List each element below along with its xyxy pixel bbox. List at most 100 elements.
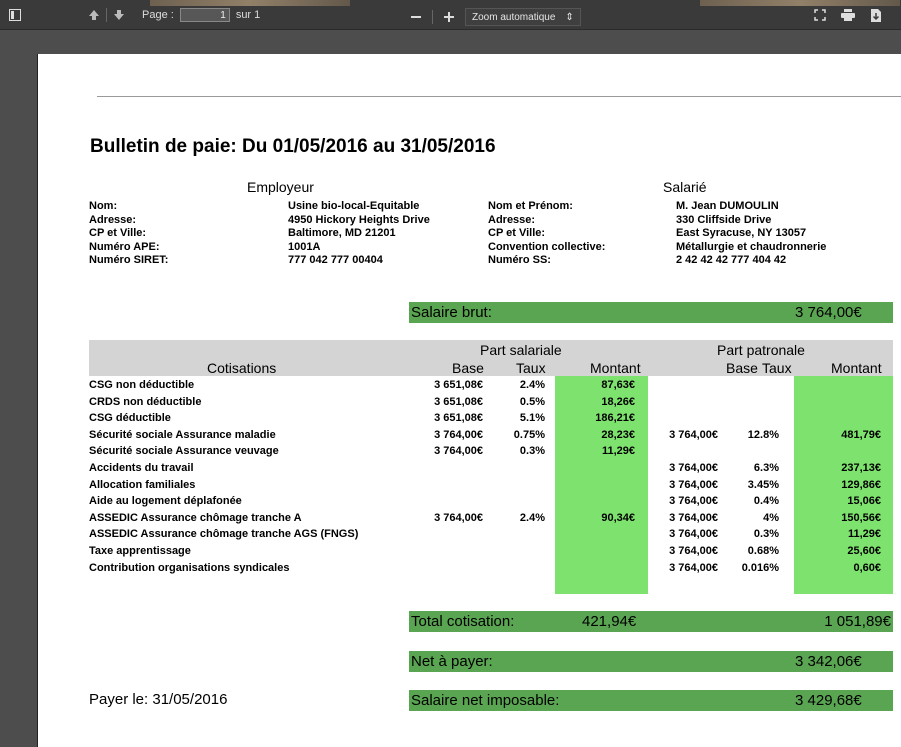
employee-heading: Salarié [663, 179, 707, 195]
salariale-montant: 186,21€ [595, 412, 635, 425]
employee-label: Convention collective: [488, 240, 606, 253]
pdf-page: Bulletin de paie: Du 01/05/2016 au 31/05… [37, 54, 901, 747]
salariale-taux: 5.1% [519, 412, 545, 425]
patronale-base: 3 764,00€ [669, 495, 718, 508]
table-row: Taxe apprentissage 3 764,00€ 0.68% 25,60€ [89, 544, 893, 559]
toolbar-separator [432, 10, 433, 24]
fullscreen-icon[interactable] [812, 8, 828, 22]
salariale-taux: 0.3% [519, 445, 545, 458]
employee-label: Adresse: [488, 213, 536, 226]
salariale-base: 3 651,08€ [434, 379, 483, 391]
cotisation-name: Contribution organisations syndicales [89, 561, 290, 574]
salariale-taux: 2.4% [519, 379, 545, 391]
cotisation-name: Allocation familiales [89, 478, 196, 491]
zoom-select-value: Zoom automatique [472, 11, 556, 23]
patronale-base: 3 764,00€ [669, 462, 718, 474]
cotisation-name: Sécurité sociale Assurance maladie [89, 428, 276, 441]
employee-value: Métallurgie et chaudronnerie [676, 240, 827, 253]
zoom-select[interactable]: Zoom automatique ⇕ [465, 8, 581, 26]
salariale-base: 3 651,08€ [434, 395, 483, 408]
patronale-taux: 6.3% [753, 462, 779, 474]
cotisation-name: Aide au logement déplafonée [89, 495, 242, 508]
patronale-taux: 0.3% [753, 528, 779, 541]
patronale-montant: 150,56€ [841, 511, 881, 524]
toolbar-background-decoration [150, 0, 350, 6]
table-row: CSG non déductible 3 651,08€ 2.4% 87,63€ [89, 378, 893, 393]
salariale-base: 3 764,00€ [434, 445, 483, 458]
chevron-updown-icon: ⇕ [565, 11, 574, 23]
cotisation-name: CRDS non déductible [89, 395, 202, 408]
cotisations-table-header: Part salariale Part patronale Cotisation… [89, 340, 893, 376]
arrow-up-icon[interactable] [86, 8, 102, 22]
table-row: Aide au logement déplafonée 3 764,00€ 0.4%… [89, 494, 893, 509]
part-patronale-header: Part patronale [717, 342, 805, 358]
salariale-base: 3 651,08€ [434, 412, 483, 425]
patronale-base: 3 764,00€ [669, 545, 718, 557]
payment-date: Payer le: 31/05/2016 [89, 691, 228, 708]
employee-value: East Syracuse, NY 13057 [676, 227, 807, 240]
patronale-base: 3 764,00€ [669, 511, 718, 524]
horizontal-rule [97, 96, 901, 97]
cotisation-name: Sécurité sociale Assurance veuvage [89, 445, 279, 458]
base-header-patronale: Base [726, 360, 758, 376]
patronale-taux: 12.8% [747, 428, 779, 441]
patronale-montant: 15,06€ [847, 495, 881, 508]
patronale-montant: 11,29€ [847, 528, 881, 541]
total-cotisation-bar: Total cotisation: 421,94€ 1 051,89€ [409, 611, 893, 632]
net-a-payer-label: Net à payer: [411, 653, 493, 670]
taux-header-salariale: Taux [516, 360, 546, 376]
page-total: sur 1 [235, 9, 261, 21]
print-icon[interactable] [840, 8, 856, 22]
table-row: Sécurité sociale Assurance veuvage 3 764,… [89, 444, 893, 459]
salariale-taux: 0.75% [513, 428, 545, 441]
plus-icon[interactable] [441, 10, 457, 24]
salaire-brut-bar: Salaire brut: 3 764,00€ [409, 302, 893, 323]
salaire-net-imposable-label: Salaire net imposable: [411, 692, 560, 709]
employee-label: Numéro SS: [488, 254, 551, 267]
arrow-down-icon[interactable] [111, 8, 127, 22]
pdf-viewer-toolbar: Page : sur 1 Zoom automatique ⇕ [0, 0, 901, 30]
employer-label: CP et Ville: [89, 227, 147, 240]
salariale-taux: 0.5% [519, 395, 545, 408]
table-row: Sécurité sociale Assurance maladie 3 764,… [89, 428, 893, 443]
table-row: ASSEDIC Assurance chômage tranche A 3 764… [89, 511, 893, 526]
document-title: Bulletin de paie: Du 01/05/2016 au 31/05… [90, 136, 496, 157]
employer-value: Usine bio-local-Equitable [288, 200, 420, 212]
employer-labels: Nom: Adresse: CP et Ville: Numéro APE: N… [89, 200, 168, 268]
employer-value: 777 042 777 00404 [288, 254, 383, 267]
sidebar-toggle-icon[interactable] [7, 8, 23, 22]
download-icon[interactable] [868, 8, 884, 22]
toolbar-background-decoration [700, 0, 900, 6]
table-row: ASSEDIC Assurance chômage tranche AGS (F… [89, 527, 893, 542]
part-salariale-header: Part salariale [480, 342, 562, 358]
patronale-base: 3 764,00€ [669, 528, 718, 541]
table-row: CRDS non déductible 3 651,08€ 0.5% 18,26€ [89, 395, 893, 410]
cotisation-name: ASSEDIC Assurance chômage tranche A [89, 511, 302, 524]
salariale-base: 3 764,00€ [434, 428, 483, 441]
employer-label: Adresse: [89, 213, 137, 226]
cotisation-name: Accidents du travail [89, 462, 194, 474]
montant-header-patronale: Montant [831, 360, 882, 376]
salariale-montant: 18,26€ [601, 395, 635, 408]
cotisations-header: Cotisations [207, 360, 277, 376]
employer-value: 4950 Hickory Heights Drive [288, 213, 430, 226]
employer-label: Numéro SIRET: [89, 254, 169, 267]
employee-value: M. Jean DUMOULIN [676, 200, 779, 212]
patronale-taux: 0.016% [741, 561, 779, 574]
page-number-input[interactable] [179, 8, 230, 22]
table-row: Contribution organisations syndicales 3 7… [89, 561, 893, 576]
employee-label: CP et Ville: [488, 227, 546, 240]
page-label: Page : [142, 9, 174, 21]
minus-icon[interactable] [408, 10, 424, 24]
employee-label: Nom et Prénom: [488, 200, 573, 212]
cotisation-name: CSG non déductible [89, 379, 195, 391]
employer-heading: Employeur [247, 179, 314, 195]
salaire-net-imposable-bar: Salaire net imposable: 3 429,68€ [409, 690, 893, 711]
patronale-montant: 0,60€ [853, 561, 881, 574]
employer-value: Baltimore, MD 21201 [288, 227, 396, 240]
cotisation-name: Taxe apprentissage [89, 545, 191, 557]
employer-label: Numéro APE: [89, 240, 160, 253]
cotisation-name: ASSEDIC Assurance chômage tranche AGS (F… [89, 528, 359, 541]
total-cotisation-label: Total cotisation: [411, 613, 515, 630]
patronale-taux: 4% [763, 511, 779, 524]
